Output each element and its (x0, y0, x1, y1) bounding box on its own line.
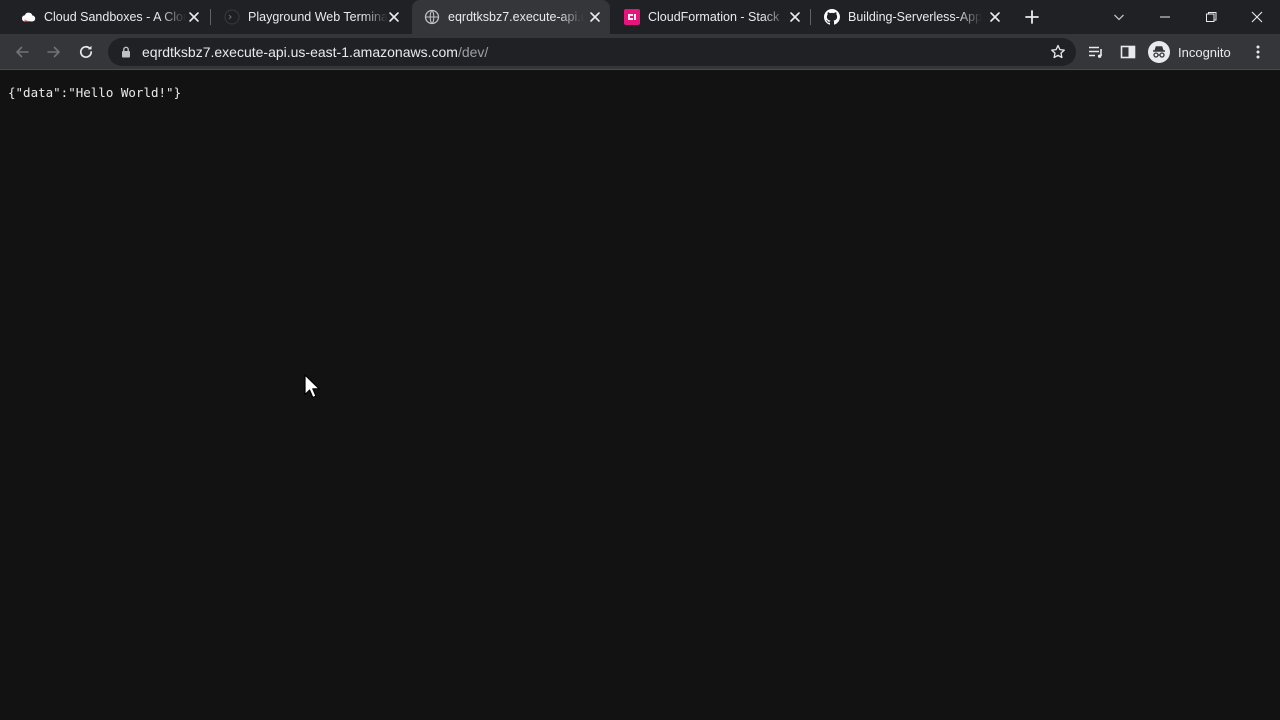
close-icon[interactable] (187, 10, 201, 24)
lock-icon[interactable] (119, 45, 133, 59)
media-queue-icon (1089, 46, 1102, 58)
toolbar: eqrdtksbz7.execute-api.us-east-1.amazona… (0, 34, 1280, 70)
github-icon (824, 9, 840, 25)
globe-icon (424, 9, 440, 25)
forward-button[interactable] (40, 38, 68, 66)
side-panel-icon (1120, 45, 1136, 59)
profile-label: Incognito (1178, 44, 1231, 60)
reload-button[interactable] (72, 38, 100, 66)
chevron-down-icon (1114, 14, 1124, 21)
restore-button[interactable] (1188, 0, 1234, 34)
arrow-left-icon (16, 46, 29, 58)
tab-cloudformation[interactable]: CloudFormation - Stack (612, 0, 810, 34)
restore-icon (1206, 12, 1217, 22)
tab-title: CloudFormation - Stack (648, 10, 780, 24)
tab-execute-api[interactable]: eqrdtksbz7.execute-api.us-east-1.amazona… (412, 0, 610, 34)
close-icon (1251, 11, 1263, 23)
json-response-text: {"data":"Hello World!"} (8, 85, 182, 100)
close-icon[interactable] (988, 10, 1002, 24)
new-tab-icon[interactable] (1022, 7, 1042, 27)
star-icon[interactable] (1050, 44, 1066, 60)
reload-icon (79, 45, 93, 58)
address-bar[interactable]: eqrdtksbz7.execute-api.us-east-1.amazona… (108, 38, 1076, 66)
tab-cloud-sandboxes[interactable]: Cloud Sandboxes - A Cloud Guru (8, 0, 210, 34)
browser-window: Cloud Sandboxes - A Cloud Guru Playgroun… (0, 0, 1280, 720)
arrow-right-icon (47, 46, 60, 58)
incognito-profile-button[interactable]: Incognito (1146, 38, 1231, 66)
tab-title: eqrdtksbz7.execute-api.us-east-1.amazona… (448, 10, 584, 24)
back-button[interactable] (8, 38, 36, 66)
mouse-pointer-icon (304, 374, 320, 399)
tab-github-repo[interactable]: Building-Serverless-Apps (812, 0, 1010, 34)
cloudformation-icon (624, 9, 640, 25)
tab-title: Playground Web Terminal (248, 10, 388, 24)
url-path: /dev/ (457, 44, 489, 60)
minimize-icon (1160, 16, 1170, 18)
page-content: {"data":"Hello World!"} (0, 71, 1280, 720)
minimize-button[interactable] (1142, 0, 1188, 34)
close-icon[interactable] (788, 10, 802, 24)
side-panel-button[interactable] (1114, 38, 1142, 66)
close-icon[interactable] (387, 10, 401, 24)
tab-title: Cloud Sandboxes - A Cloud Guru (44, 10, 186, 24)
terminal-icon (224, 9, 240, 25)
tab-title: Building-Serverless-Apps (848, 10, 982, 24)
cloud-icon (21, 12, 36, 22)
kebab-menu-icon (1256, 45, 1260, 59)
tab-playground-terminal[interactable]: Playground Web Terminal (212, 0, 410, 34)
menu-button[interactable] (1244, 38, 1272, 66)
tab-search-button[interactable] (1096, 0, 1142, 34)
incognito-icon (1148, 41, 1170, 63)
tab-separator (210, 9, 211, 25)
reading-list-button[interactable] (1082, 38, 1110, 66)
url-text: eqrdtksbz7.execute-api.us-east-1.amazona… (142, 44, 488, 60)
url-host: eqrdtksbz7.execute-api.us-east-1.amazona… (142, 44, 458, 60)
tab-strip: Cloud Sandboxes - A Cloud Guru Playgroun… (0, 0, 1280, 34)
close-icon[interactable] (588, 10, 602, 24)
close-window-button[interactable] (1234, 0, 1280, 34)
tab-separator (810, 9, 811, 25)
